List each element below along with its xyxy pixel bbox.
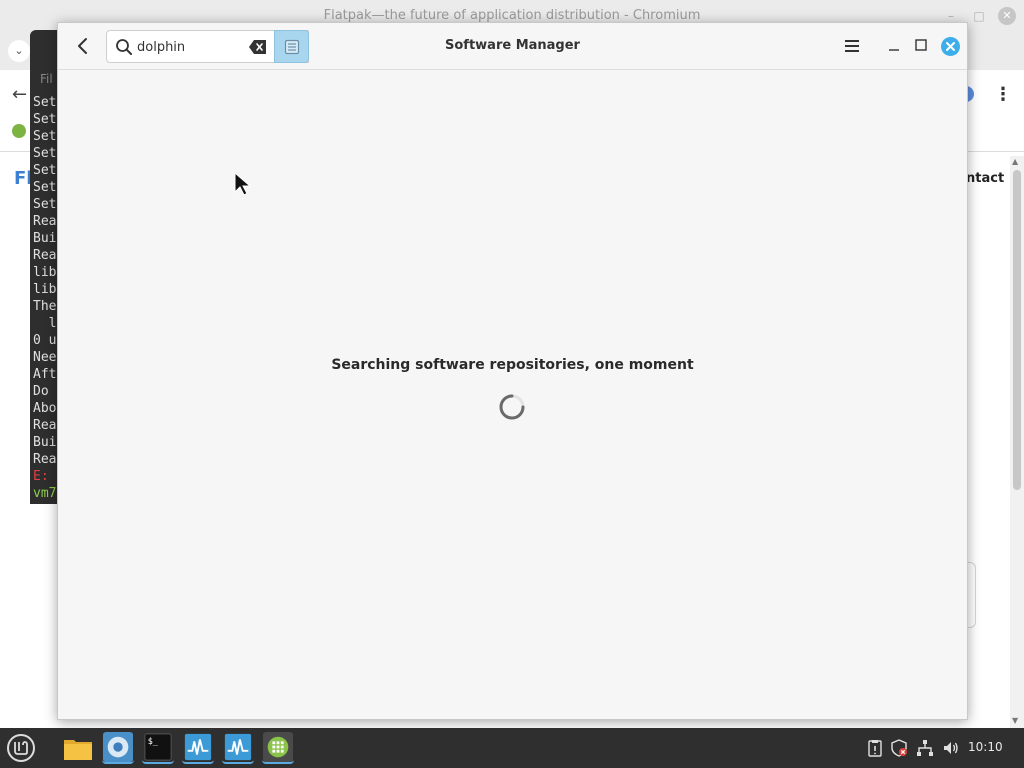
shield-icon[interactable] [890,739,908,757]
terminal-line: Rea [33,418,57,433]
terminal-line: Bui [33,231,57,246]
bookmark-favicon-icon[interactable] [12,124,26,138]
terminal-line: Set [33,163,57,178]
terminal-line: Abo [33,401,57,416]
terminal-output: Set Set Set Set Set Set Set Rea Bui Rea lib lib The … [33,94,56,502]
terminal-glyph: $_ [148,736,159,746]
terminal-line: Set [33,197,57,212]
system-monitor-icon[interactable] [182,732,214,764]
terminal-line: Set [33,180,57,195]
search-toggle-button[interactable] [274,30,309,63]
file-manager-icon[interactable] [62,732,94,764]
software-manager-window: Software Manager Searching software repo… [57,22,968,720]
scroll-up-icon[interactable]: ▲ [1012,157,1018,166]
hamburger-menu-icon[interactable] [844,38,860,54]
page-scrollbar[interactable]: ▲ ▼ [1010,156,1024,728]
loading-spinner-icon [499,394,525,420]
mouse-pointer-icon [234,172,252,196]
terminal-line: Set [33,95,57,110]
terminal-line: l [33,316,57,331]
software-manager-headerbar: Software Manager [58,23,967,70]
clock[interactable]: 10:10 [968,740,1003,754]
network-icon[interactable] [916,739,934,757]
terminal-file-menu[interactable]: Fil [40,72,53,86]
taskbar: $_ 10:10 [0,728,1024,768]
terminal-line: Rea [33,248,57,263]
terminal-line: Set [33,129,57,144]
minimize-icon[interactable] [886,36,902,56]
terminal-line: lib [33,265,57,280]
terminal-line: lib [33,282,57,297]
volume-icon[interactable] [942,739,960,757]
terminal-line: 0 u [33,333,57,348]
nav-contact-link[interactable]: ntact [966,171,1004,186]
scroll-down-icon[interactable]: ▼ [1012,716,1018,725]
close-icon[interactable] [941,37,960,56]
terminal-line: Aft [33,367,57,382]
chromium-launcher-icon[interactable] [102,732,134,764]
browser-menu-icon[interactable]: ⋮ [994,84,1012,105]
terminal-line: Nee [33,350,57,365]
terminal-line: Rea [33,452,57,467]
maximize-icon[interactable] [914,38,928,52]
chromium-window-title: Flatpak—the future of application distri… [323,8,701,23]
browser-back-icon[interactable]: ← [12,84,27,105]
tab-search-icon[interactable]: ⌄ [8,40,30,62]
back-arrow-icon[interactable] [72,35,94,57]
terminal-line: Set [33,112,57,127]
list-search-icon [284,39,300,55]
terminal-line: Rea [33,214,57,229]
update-manager-icon[interactable] [866,739,884,757]
chromium-close-icon[interactable]: ✕ [998,7,1016,25]
system-monitor-icon-2[interactable] [222,732,254,764]
terminal-line: The [33,299,57,314]
terminal-line: Do [33,384,57,399]
search-icon [116,39,132,55]
software-manager-launcher-icon[interactable] [262,732,294,764]
clear-search-icon[interactable] [249,39,267,55]
search-status-message: Searching software repositories, one mom… [331,357,694,373]
terminal-prompt: vm7 [33,486,57,501]
terminal-line: Bui [33,435,57,450]
chromium-maximize-icon[interactable]: □ [970,7,988,25]
terminal-launcher-icon[interactable]: $_ [142,732,174,764]
scrollbar-thumb[interactable] [1013,170,1021,490]
terminal-line: Set [33,146,57,161]
mint-menu-icon[interactable] [5,732,37,764]
terminal-error-line: E: [33,469,49,484]
